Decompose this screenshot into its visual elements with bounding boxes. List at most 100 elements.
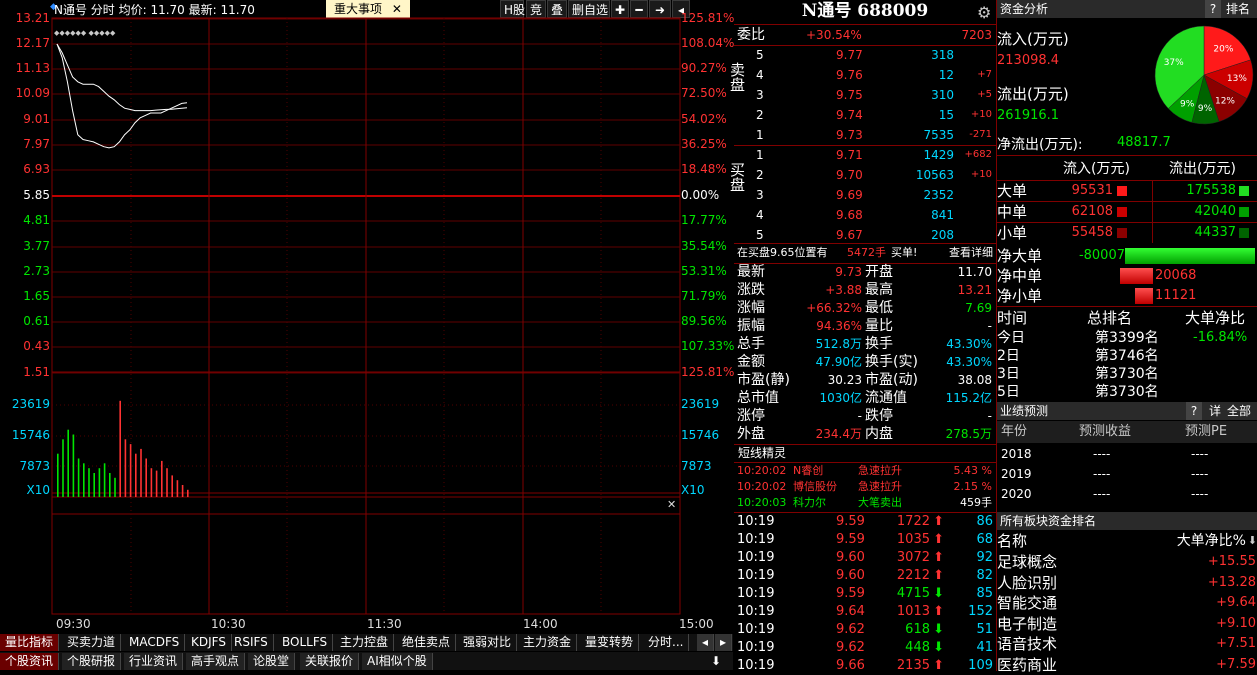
volume-bar [176, 480, 179, 497]
volume-tick-label-right: 15746 [681, 428, 720, 442]
tick-volume: 1722 [896, 514, 930, 529]
rank-value: 第3746名 [1095, 348, 1159, 364]
info-tab[interactable]: AI相似个股 [362, 653, 433, 670]
y-tick-label-right: 17.77% [681, 213, 727, 227]
indicator-tab[interactable]: KDJFS [186, 634, 232, 651]
buy-order-row: 3 9.69 2352 [734, 185, 996, 205]
scroll-right-icon: ▸ [715, 634, 732, 651]
y-tick-label: 13.21 [15, 11, 50, 25]
indicator-tab[interactable]: BOLLFS [277, 634, 334, 651]
indicator-tab[interactable]: MACDFS [124, 634, 186, 651]
order-change: +10 [970, 109, 992, 120]
indicator-tab[interactable]: RSIFS [229, 634, 274, 651]
order-change: -271 [969, 129, 992, 140]
sector-title: 所有板块资金排名 [1000, 514, 1097, 528]
y-tick-label-right: 125.81% [681, 11, 735, 25]
stat-row: 市盈(静) 30.23 市盈(动) 38.08 [734, 371, 996, 389]
y-tick-label: 3.77 [23, 239, 50, 253]
stat-row: 总手 512.8万 换手 43.30% [734, 335, 996, 353]
flow-in: 62108 [1071, 204, 1113, 219]
sector-row[interactable]: 智能交通 +9.64 [997, 593, 1257, 613]
net-flow-value: -80007 [1078, 248, 1125, 263]
info-tab[interactable]: 论股堂 [248, 653, 296, 670]
volume-bar [129, 444, 132, 497]
info-tab[interactable]: 个股资讯 [0, 653, 60, 670]
sector-ratio: +15.55 [1207, 554, 1256, 569]
indicator-tab[interactable]: 强弱对比 [458, 634, 518, 651]
detail-button[interactable]: 详 [1209, 402, 1221, 420]
sector-name: 智能交通 [997, 594, 1058, 612]
rank-button[interactable]: 排名 [1226, 0, 1250, 18]
sector-name: 人脸识别 [997, 573, 1058, 592]
short-stock[interactable]: N睿创 [793, 463, 823, 479]
stat-label: 内盘 [865, 426, 893, 442]
help-button[interactable]: ? [1205, 0, 1221, 18]
sector-name: 医药商业 [997, 655, 1058, 674]
stat-row: 振幅 94.36% 量比 - [734, 317, 996, 335]
sector-row[interactable]: 电子制造 +9.10 [997, 614, 1257, 634]
y-tick-label: 1.65 [23, 289, 50, 303]
indicator-tab[interactable]: 分时... [643, 634, 690, 651]
order-volume: 7535 [923, 128, 954, 142]
order-price: 9.67 [836, 228, 863, 242]
rank-col-time: 时间 [997, 309, 1028, 327]
sector-row[interactable]: 足球概念 +15.55 [997, 552, 1257, 572]
order-level: 3 [756, 188, 764, 202]
info-tab[interactable]: 行业资讯 [124, 653, 184, 670]
short-stock[interactable]: 博信股份 [793, 479, 837, 495]
tick-price: 9.59 [836, 532, 865, 547]
tick-volume: 2212 [896, 568, 930, 583]
indicator-tab[interactable]: 量变转势 [580, 634, 640, 651]
order-volume: 10563 [915, 168, 954, 182]
tick-time: 10:19 [737, 622, 775, 637]
all-button[interactable]: 全部 [1227, 402, 1251, 420]
sector-row[interactable]: 语音技术 +7.51 [997, 634, 1257, 654]
scroll-left-icon: ◂ [697, 634, 714, 651]
indicator-tab[interactable]: 买卖力道 [62, 634, 122, 651]
tick-volume: 3072 [896, 550, 930, 565]
order-change: +5 [977, 89, 992, 100]
view-detail-link[interactable]: 查看详细 [949, 243, 993, 263]
forecast-pe: ---- [1191, 447, 1209, 461]
indicator-tab[interactable]: 主力资金 [518, 634, 578, 651]
forecast-row: 2018 ---- ---- [997, 444, 1257, 464]
order-level: 4 [756, 68, 764, 82]
tick-volume: 4715 [896, 586, 930, 601]
help-button[interactable]: ? [1186, 402, 1202, 420]
pie-label: 20% [1213, 44, 1233, 54]
buy-order-row: 5 9.67 208 [734, 225, 996, 245]
info-tab[interactable]: 个股研报 [62, 653, 122, 670]
indicator-tab[interactable]: 主力控盘 [335, 634, 395, 651]
y-tick-label-right: 71.79% [681, 289, 727, 303]
short-line-row: 10:20:02 N睿创 急速拉升 5.43 % [734, 463, 996, 479]
indicator-close-icon: ✕ [667, 498, 676, 511]
volume-bar [145, 458, 147, 497]
sector-ratio: +9.64 [1216, 595, 1256, 610]
volume-bar [124, 439, 127, 497]
net-flow-value: 11121 [1155, 288, 1197, 303]
sector-row[interactable]: 医药商业 +7.59 [997, 655, 1257, 675]
inflow-label: 流入(万元) [997, 30, 1069, 48]
indicator-tabs: 量比指标 买卖力道 MACDFS KDJFS RSIFS BOLLFS 主力控盘 绝佳卖点 强弱… [0, 634, 733, 651]
time-label: 15:00 [679, 617, 714, 631]
info-tab[interactable]: 高手观点 [186, 653, 246, 670]
indicator-tab[interactable]: 绝佳卖点 [397, 634, 457, 651]
stat-label: 换手 [865, 336, 893, 352]
volume-tick-label: 23619 [11, 397, 50, 411]
stat-row: 涨停 - 跌停 - [734, 407, 996, 425]
short-time: 10:20:02 [737, 480, 787, 493]
stat-value: 512.8万 [815, 337, 862, 351]
short-event: 急速拉升 [858, 464, 902, 477]
info-tab[interactable]: 关联报价 [300, 653, 360, 670]
col-outflow: 流出(万元) [1169, 161, 1236, 177]
indicator-tab[interactable]: 量比指标 [0, 634, 60, 651]
rank-col-ratio: 大单净比 [1185, 309, 1246, 327]
short-stock[interactable]: 科力尔 [793, 495, 826, 511]
volume-bar [72, 434, 75, 497]
stat-label: 换手(实) [865, 354, 918, 370]
gear-icon[interactable]: ⚙ [977, 3, 991, 22]
sector-row[interactable]: 人脸识别 +13.28 [997, 573, 1257, 593]
net-flow-row: 净中单 20068 [997, 266, 1257, 286]
order-change: +7 [977, 69, 992, 80]
outflow-value: 261916.1 [997, 108, 1060, 123]
